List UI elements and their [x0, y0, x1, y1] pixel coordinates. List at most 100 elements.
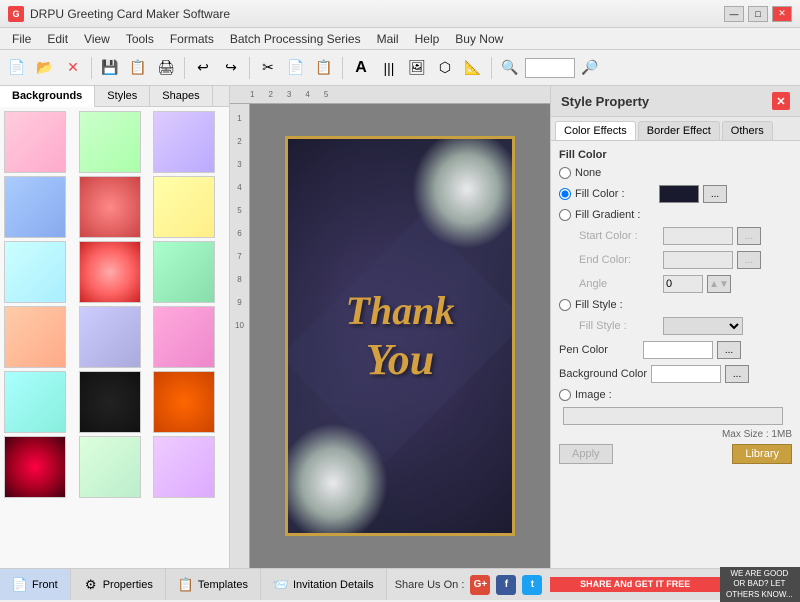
invitation-button[interactable]: 📨 Invitation Details: [261, 569, 387, 600]
list-item[interactable]: [4, 371, 66, 433]
fill-style-radio[interactable]: [559, 299, 571, 311]
front-button[interactable]: 📄 Front: [0, 569, 71, 600]
apply-button[interactable]: Apply: [559, 444, 613, 464]
toolbar-sep-1: [91, 57, 92, 79]
bg-color-input[interactable]: [651, 365, 721, 383]
list-item[interactable]: [153, 111, 215, 173]
templates-label: Templates: [198, 579, 248, 591]
menu-view[interactable]: View: [76, 30, 118, 48]
tb-save[interactable]: 💾: [97, 55, 123, 81]
list-item[interactable]: [153, 436, 215, 498]
start-color-label: Start Color :: [579, 230, 659, 242]
bg-color-picker[interactable]: ...: [725, 365, 749, 383]
tab-backgrounds[interactable]: Backgrounds: [0, 86, 95, 107]
google-share-button[interactable]: G+: [470, 575, 490, 595]
tab-border-effect[interactable]: Border Effect: [638, 121, 720, 140]
left-panel: Backgrounds Styles Shapes: [0, 86, 230, 568]
fill-color-picker-button[interactable]: ...: [703, 185, 727, 203]
facebook-share-button[interactable]: f: [496, 575, 516, 595]
style-property-tabs: Color Effects Border Effect Others: [551, 117, 800, 141]
fill-gradient-radio[interactable]: [559, 209, 571, 221]
pen-color-input[interactable]: [643, 341, 713, 359]
menu-buy[interactable]: Buy Now: [447, 30, 511, 48]
fill-style-label: Fill Style :: [575, 299, 655, 311]
menu-file[interactable]: File: [4, 30, 39, 48]
tab-others[interactable]: Others: [722, 121, 773, 140]
library-button[interactable]: Library: [732, 444, 792, 464]
share-label: Share Us On :: [395, 579, 465, 591]
tb-image[interactable]: 🖼: [404, 55, 430, 81]
tb-print[interactable]: 🖨: [153, 55, 179, 81]
style-property-close-button[interactable]: ✕: [772, 92, 790, 110]
none-radio[interactable]: [559, 167, 571, 179]
tb-zoomout[interactable]: 🔎: [577, 55, 603, 81]
tb-saveas[interactable]: 📋: [125, 55, 151, 81]
bottom-bar: 📄 Front ⚙ Properties 📋 Templates 📨 Invit…: [0, 568, 800, 600]
toolbar-sep-4: [342, 57, 343, 79]
canvas-scroll[interactable]: Thank You: [250, 104, 550, 568]
list-item[interactable]: [153, 176, 215, 238]
fill-style-select: [663, 317, 743, 335]
list-item[interactable]: [79, 176, 141, 238]
close-button[interactable]: ✕: [772, 6, 792, 22]
menu-mail[interactable]: Mail: [369, 30, 407, 48]
list-item[interactable]: [4, 306, 66, 368]
angle-row: Angle ▲▼: [559, 275, 792, 293]
tb-paste[interactable]: 📋: [311, 55, 337, 81]
tb-barcode[interactable]: |||: [376, 55, 402, 81]
menu-batch[interactable]: Batch Processing Series: [222, 30, 369, 48]
fill-color-swatch[interactable]: [659, 185, 699, 203]
list-item[interactable]: [4, 176, 66, 238]
properties-button[interactable]: ⚙ Properties: [71, 569, 166, 600]
list-item[interactable]: [79, 371, 141, 433]
list-item[interactable]: [153, 371, 215, 433]
list-item[interactable]: [79, 111, 141, 173]
card-text-line2: You: [346, 334, 455, 385]
toolbar: 📄 📂 ✕ 💾 📋 🖨 ↩ ↪ ✂ 📄 📋 A ||| 🖼 ⬡ 📐 🔍 125%…: [0, 50, 800, 86]
app-title: DRPU Greeting Card Maker Software: [30, 7, 230, 21]
twitter-share-button[interactable]: t: [522, 575, 542, 595]
tb-close[interactable]: ✕: [60, 55, 86, 81]
tb-cut[interactable]: ✂: [255, 55, 281, 81]
list-item[interactable]: [79, 436, 141, 498]
fill-gradient-row: Fill Gradient :: [559, 209, 792, 221]
share-promo-banner[interactable]: SHARE ANd GET IT FREE: [550, 577, 720, 593]
start-color-input: [663, 227, 733, 245]
tb-shapes[interactable]: ⬡: [432, 55, 458, 81]
zoom-control: 125%: [525, 58, 575, 78]
fill-color-radio[interactable]: [559, 188, 571, 200]
tb-copy[interactable]: 📄: [283, 55, 309, 81]
menu-help[interactable]: Help: [407, 30, 448, 48]
tb-open[interactable]: 📂: [32, 55, 58, 81]
menu-edit[interactable]: Edit: [39, 30, 76, 48]
thumbnail-area[interactable]: [0, 107, 229, 568]
menu-tools[interactable]: Tools: [118, 30, 162, 48]
end-color-input: [663, 251, 733, 269]
pen-color-picker[interactable]: ...: [717, 341, 741, 359]
tb-new[interactable]: 📄: [4, 55, 30, 81]
list-item[interactable]: [153, 241, 215, 303]
tab-styles[interactable]: Styles: [95, 86, 150, 106]
list-item[interactable]: [79, 306, 141, 368]
tb-redo[interactable]: ↪: [218, 55, 244, 81]
list-item[interactable]: [79, 241, 141, 303]
tab-color-effects[interactable]: Color Effects: [555, 121, 636, 140]
fill-color-row: Fill Color : ...: [559, 185, 792, 203]
tb-zoomin[interactable]: 🔍: [497, 55, 523, 81]
menu-formats[interactable]: Formats: [162, 30, 222, 48]
tb-undo[interactable]: ↩: [190, 55, 216, 81]
tb-line[interactable]: 📐: [460, 55, 486, 81]
list-item[interactable]: [4, 111, 66, 173]
list-item[interactable]: [4, 241, 66, 303]
title-bar: G DRPU Greeting Card Maker Software — □ …: [0, 0, 800, 28]
list-item[interactable]: [4, 436, 66, 498]
tab-shapes[interactable]: Shapes: [150, 86, 212, 106]
image-radio[interactable]: [559, 389, 571, 401]
zoom-input[interactable]: 125%: [525, 58, 575, 78]
maximize-button[interactable]: □: [748, 6, 768, 22]
tb-text[interactable]: A: [348, 55, 374, 81]
none-label: None: [575, 167, 655, 179]
templates-button[interactable]: 📋 Templates: [166, 569, 261, 600]
minimize-button[interactable]: —: [724, 6, 744, 22]
list-item[interactable]: [153, 306, 215, 368]
